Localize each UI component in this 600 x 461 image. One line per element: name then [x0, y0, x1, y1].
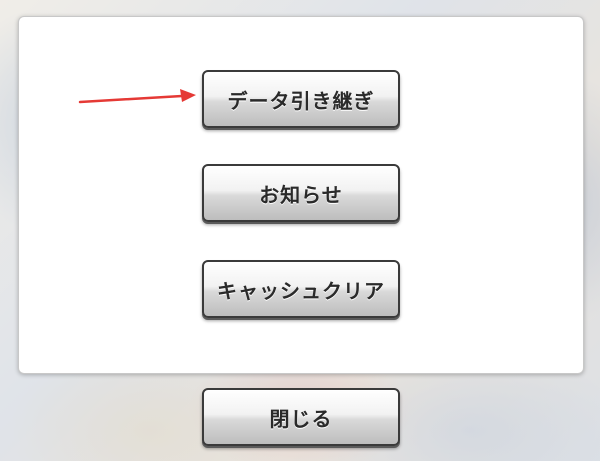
close-label: 閉じる — [269, 406, 333, 431]
data-transfer-label: データ引き継ぎ — [227, 88, 375, 113]
close-button[interactable]: 閉じる — [202, 388, 400, 446]
cache-clear-label: キャッシュクリア — [217, 278, 385, 303]
red-arrow-icon — [78, 89, 196, 104]
news-button[interactable]: お知らせ — [202, 164, 400, 222]
news-label: お知らせ — [259, 182, 343, 207]
cache-clear-button[interactable]: キャッシュクリア — [202, 260, 400, 318]
data-transfer-button[interactable]: データ引き継ぎ — [202, 70, 400, 128]
